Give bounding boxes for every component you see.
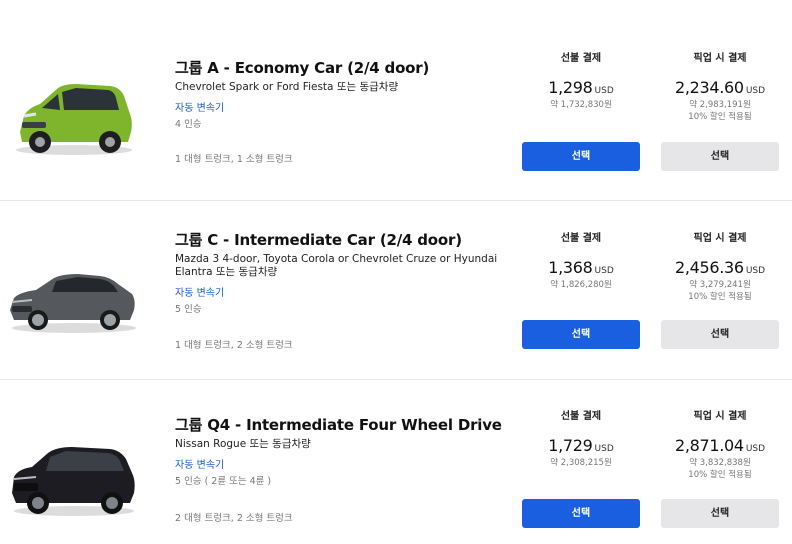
currency-label: USD (745, 86, 766, 96)
prepay-column: 선불 결제 1,368 USD 약 1,826,280원 (522, 232, 640, 291)
seats-label: 5 인승 (175, 304, 202, 315)
prepay-header: 선불 결제 (560, 233, 602, 244)
discount-label: 10% 할인 적용됨 (688, 112, 752, 122)
discount-label: 10% 할인 적용됨 (688, 470, 752, 480)
trunk-label: 1 대형 트렁크, 2 소형 트렁크 (175, 340, 293, 351)
vehicle-info: 그룹 Q4 - Intermediate Four Wheel Drive Ni… (175, 415, 510, 488)
vehicle-card: 그룹 C - Intermediate Car (2/4 door) Mazda… (0, 202, 792, 380)
krw-approx: 약 3,832,838원 (689, 458, 751, 468)
prepay-column: 선불 결제 1,298 USD 약 1,732,830원 (522, 52, 640, 111)
prepay-header: 선불 결제 (560, 53, 602, 64)
prepay-column: 선불 결제 1,729 USD 약 2,308,215원 (522, 410, 640, 469)
pickup-price: 2,456.36 USD (661, 258, 779, 278)
car-image (12, 447, 135, 516)
prepay-select-button[interactable]: 선택 (522, 142, 640, 171)
pickup-header: 픽업 시 결제 (693, 411, 747, 422)
price-amount: 1,729 (548, 436, 593, 455)
price-amount: 2,456.36 (674, 258, 744, 277)
currency-label: USD (594, 266, 614, 276)
prepay-header: 선불 결제 (560, 411, 602, 422)
transmission-label: 자동 변속기 (175, 288, 225, 299)
seats-label: 4 인승 (175, 119, 202, 130)
krw-approx: 약 1,732,830원 (550, 100, 612, 110)
vehicle-models: Nissan Rogue 또는 동급차량 (175, 438, 311, 450)
vehicle-info: 그룹 C - Intermediate Car (2/4 door) Mazda… (175, 230, 510, 316)
pickup-select-button[interactable]: 선택 (661, 320, 779, 349)
krw-approx: 약 2,308,215원 (550, 458, 612, 468)
currency-label: USD (745, 444, 766, 454)
seats-label: 5 인승 ( 2륜 또는 4륜 ) (175, 476, 272, 487)
vehicle-title: 그룹 C - Intermediate Car (2/4 door) (175, 231, 462, 249)
prepay-select-button[interactable]: 선택 (522, 320, 640, 349)
krw-approx: 약 2,983,191원 (689, 100, 751, 110)
pickup-column: 픽업 시 결제 2,871.04 USD 약 3,832,838원 10% 할인 … (661, 410, 779, 481)
prepay-price: 1,298 USD (522, 78, 640, 98)
vehicle-list: 그룹 A - Economy Car (2/4 door) Chevrolet … (0, 0, 792, 544)
pickup-column: 픽업 시 결제 2,234.60 USD 약 2,983,191원 10% 할인 … (661, 52, 779, 123)
discount-label: 10% 할인 적용됨 (688, 292, 752, 302)
transmission-label: 자동 변속기 (175, 103, 225, 114)
currency-label: USD (745, 266, 766, 276)
price-amount: 1,298 (548, 78, 593, 97)
transmission-label: 자동 변속기 (175, 460, 225, 471)
pickup-header: 픽업 시 결제 (693, 233, 747, 244)
pickup-column: 픽업 시 결제 2,456.36 USD 약 3,279,241원 10% 할인 … (661, 232, 779, 303)
currency-label: USD (594, 444, 614, 454)
prepay-price: 1,368 USD (522, 258, 640, 278)
krw-approx: 약 1,826,280원 (550, 280, 612, 290)
vehicle-models: Mazda 3 4-door, Toyota Corola or Chevrol… (175, 253, 498, 278)
vehicle-models: Chevrolet Spark or Ford Fiesta 또는 동급차량 (175, 81, 399, 93)
vehicle-card: 그룹 Q4 - Intermediate Four Wheel Drive Ni… (0, 381, 792, 544)
car-image (10, 274, 136, 333)
pickup-select-button[interactable]: 선택 (661, 499, 779, 528)
vehicle-title: 그룹 A - Economy Car (2/4 door) (175, 59, 430, 77)
currency-label: USD (594, 86, 614, 96)
price-amount: 2,871.04 (674, 436, 744, 455)
pickup-price: 2,871.04 USD (661, 436, 779, 456)
krw-approx: 약 3,279,241원 (689, 280, 751, 290)
vehicle-info: 그룹 A - Economy Car (2/4 door) Chevrolet … (175, 58, 510, 131)
pickup-select-button[interactable]: 선택 (661, 142, 779, 171)
trunk-label: 1 대형 트렁크, 1 소형 트렁크 (175, 154, 293, 165)
car-image (16, 84, 132, 155)
vehicle-card: 그룹 A - Economy Car (2/4 door) Chevrolet … (0, 30, 792, 201)
prepay-price: 1,729 USD (522, 436, 640, 456)
trunk-label: 2 대형 트렁크, 2 소형 트렁크 (175, 513, 293, 524)
prepay-select-button[interactable]: 선택 (522, 499, 640, 528)
pickup-header: 픽업 시 결제 (693, 53, 747, 64)
price-amount: 1,368 (548, 258, 593, 277)
pickup-price: 2,234.60 USD (661, 78, 779, 98)
price-amount: 2,234.60 (674, 78, 744, 97)
vehicle-title: 그룹 Q4 - Intermediate Four Wheel Drive (175, 416, 502, 434)
